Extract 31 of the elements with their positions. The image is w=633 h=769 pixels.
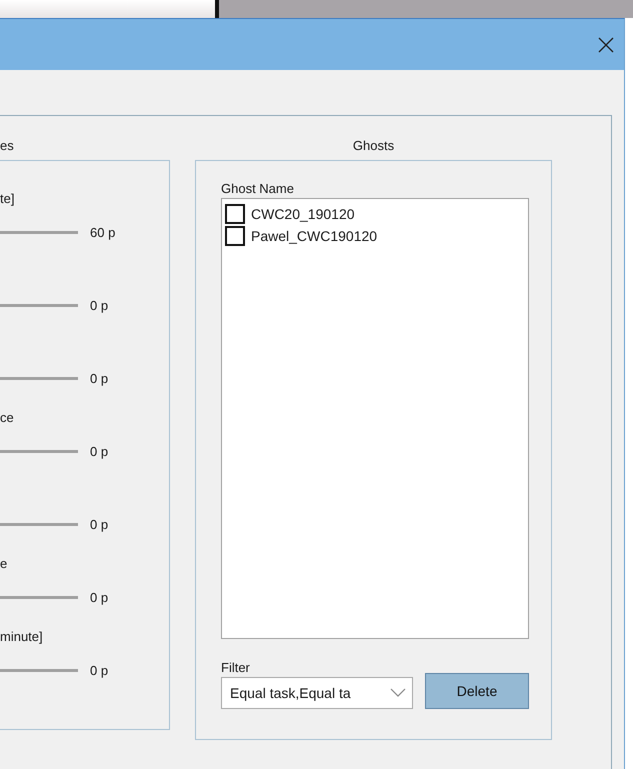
slider-track[interactable] [0, 596, 78, 598]
slider-value: 0 p [90, 662, 110, 678]
ghost-list[interactable]: CWC20_190120 Pawel_CWC190120 [221, 198, 529, 639]
slider-value: 0 p [90, 516, 110, 532]
slider-label: ce [0, 410, 14, 425]
checkbox[interactable] [225, 204, 245, 224]
slider-value: 60 p [90, 224, 116, 240]
ghost-name[interactable]: Pawel_CWC190120 [251, 228, 378, 244]
list-header: Ghost Name [221, 181, 294, 196]
group-title: es [0, 138, 14, 153]
slider-track[interactable] [0, 376, 78, 380]
slider-label: minute] [0, 629, 43, 644]
filter-dropdown[interactable]: Equal task,Equal ta [221, 677, 413, 709]
slider-label: e [0, 556, 8, 571]
delete-button[interactable]: Delete [425, 673, 529, 709]
slider-track[interactable] [0, 522, 78, 526]
slider-label: te] [0, 191, 14, 206]
slider-track[interactable] [0, 304, 78, 306]
slider-value: 0 p [90, 590, 110, 604]
slider-track[interactable] [0, 668, 78, 672]
chevron-down-icon [390, 688, 406, 698]
slider-track[interactable] [0, 450, 78, 452]
close-icon[interactable] [598, 36, 614, 52]
checkbox[interactable] [225, 226, 245, 246]
filter-label: Filter [221, 660, 250, 675]
ghost-name[interactable]: CWC20_190120 [251, 206, 355, 222]
slider-value: 0 p [90, 370, 110, 386]
slider-track[interactable] [0, 230, 78, 234]
slider-value: 0 p [90, 298, 110, 312]
group-title: Ghosts [352, 138, 394, 153]
slider-value: 0 p [90, 444, 110, 458]
